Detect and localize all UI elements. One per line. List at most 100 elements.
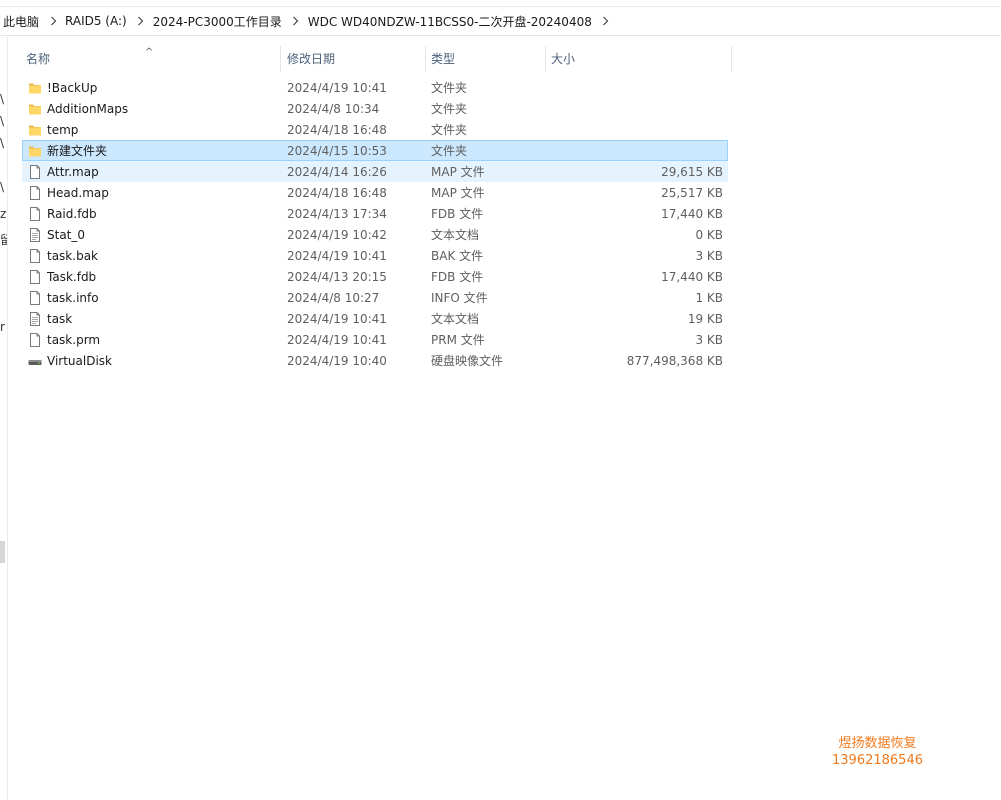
watermark-phone: 13962186546 xyxy=(832,753,923,768)
file-date: 2024/4/19 10:41 xyxy=(287,333,387,347)
nav-item-fragment[interactable]: \ xyxy=(0,114,4,128)
file-size: 29,615 KB xyxy=(661,165,723,179)
file-size: 0 KB xyxy=(695,228,723,242)
file-name[interactable]: task.prm xyxy=(47,330,100,351)
file-date: 2024/4/13 20:15 xyxy=(287,270,387,284)
navigation-pane[interactable]: \ \ \ \ zy 留 r xyxy=(0,37,8,800)
breadcrumb-item-this-pc[interactable]: 此电脑 xyxy=(0,13,45,30)
file-row[interactable]: Task.fdb 2024/4/13 20:15 FDB 文件 17,440 KB xyxy=(22,266,728,287)
file-type: PRM 文件 xyxy=(431,333,485,347)
file-type: MAP 文件 xyxy=(431,165,485,179)
file-row[interactable]: AdditionMaps 2024/4/8 10:34 文件夹 xyxy=(22,98,728,119)
file-size: 17,440 KB xyxy=(661,207,723,221)
file-name[interactable]: VirtualDisk xyxy=(47,351,112,372)
chevron-right-icon[interactable] xyxy=(133,16,149,26)
file-date: 2024/4/19 10:42 xyxy=(287,228,387,242)
file-icon xyxy=(28,186,42,200)
file-type: FDB 文件 xyxy=(431,270,484,284)
nav-scrollbar-thumb[interactable] xyxy=(0,541,5,563)
file-row[interactable]: task 2024/4/19 10:41 文本文档 19 KB xyxy=(22,308,728,329)
breadcrumb-item-work-dir[interactable]: 2024-PC3000工作目录 xyxy=(149,13,288,30)
column-divider[interactable] xyxy=(545,46,546,72)
file-row[interactable]: VirtualDisk 2024/4/19 10:40 硬盘映像文件 877,498,… xyxy=(22,350,728,371)
file-icon xyxy=(28,270,42,284)
file-type: MAP 文件 xyxy=(431,186,485,200)
file-row[interactable]: Raid.fdb 2024/4/13 17:34 FDB 文件 17,440 KB xyxy=(22,203,728,224)
folder-icon xyxy=(28,144,42,158)
file-date: 2024/4/19 10:40 xyxy=(287,354,387,368)
column-header-name-label: 名称 xyxy=(26,52,51,66)
file-icon xyxy=(28,249,42,263)
file-type: 文件夹 xyxy=(431,81,468,95)
file-date: 2024/4/14 16:26 xyxy=(287,165,387,179)
watermark-company: 煜扬数据恢复 xyxy=(838,736,917,751)
file-row[interactable]: task.prm 2024/4/19 10:41 PRM 文件 3 KB xyxy=(22,329,728,350)
text-file-icon xyxy=(28,228,42,242)
file-row[interactable]: Stat_0 2024/4/19 10:42 文本文档 0 KB xyxy=(22,224,728,245)
column-header-type[interactable]: 类型 xyxy=(427,46,546,72)
file-date: 2024/4/13 17:34 xyxy=(287,207,387,221)
folder-icon xyxy=(28,102,42,116)
file-name[interactable]: task.bak xyxy=(47,246,98,267)
file-name[interactable]: 新建文件夹 xyxy=(47,141,107,162)
file-date: 2024/4/8 10:27 xyxy=(287,291,380,305)
file-size: 1 KB xyxy=(695,291,723,305)
breadcrumb: 此电脑 RAID5 (A:) 2024-PC3000工作目录 WDC WD40N… xyxy=(0,7,614,35)
file-row[interactable]: task.info 2024/4/8 10:27 INFO 文件 1 KB xyxy=(22,287,728,308)
watermark: 煜扬数据恢复 13962186546 xyxy=(820,735,935,769)
nav-item-fragment[interactable]: \ xyxy=(0,92,4,106)
file-date: 2024/4/8 10:34 xyxy=(287,102,380,116)
column-header-size-label: 大小 xyxy=(551,52,576,66)
chevron-right-icon[interactable] xyxy=(45,16,61,26)
file-row[interactable]: !BackUp 2024/4/19 10:41 文件夹 xyxy=(22,77,728,98)
file-type: INFO 文件 xyxy=(431,291,488,305)
chevron-right-icon[interactable] xyxy=(288,16,304,26)
chevron-right-icon[interactable] xyxy=(598,16,614,26)
file-name[interactable]: Task.fdb xyxy=(47,267,96,288)
file-name[interactable]: temp xyxy=(47,120,78,141)
column-divider[interactable] xyxy=(280,46,281,72)
file-type: BAK 文件 xyxy=(431,249,484,263)
column-divider[interactable] xyxy=(425,46,426,72)
nav-item-fragment[interactable]: \ xyxy=(0,136,4,150)
file-name[interactable]: task xyxy=(47,309,72,330)
file-icon xyxy=(28,333,42,347)
file-row[interactable]: Attr.map 2024/4/14 16:26 MAP 文件 29,615 KB xyxy=(22,161,728,182)
address-bar[interactable]: 此电脑 RAID5 (A:) 2024-PC3000工作目录 WDC WD40N… xyxy=(0,6,1001,36)
file-list[interactable]: !BackUp 2024/4/19 10:41 文件夹 AdditionMaps 202… xyxy=(22,77,728,371)
folder-icon xyxy=(28,123,42,137)
file-row[interactable]: task.bak 2024/4/19 10:41 BAK 文件 3 KB xyxy=(22,245,728,266)
file-type: 文件夹 xyxy=(431,123,468,137)
column-header-name[interactable]: 名称 ^ xyxy=(22,46,281,72)
file-date: 2024/4/19 10:41 xyxy=(287,81,387,95)
breadcrumb-item-current[interactable]: WDC WD40NDZW-11BCSS0-二次开盘-20240408 xyxy=(304,13,598,30)
file-size: 3 KB xyxy=(695,333,723,347)
file-name[interactable]: task.info xyxy=(47,288,99,309)
file-row[interactable]: 新建文件夹 2024/4/15 10:53 文件夹 xyxy=(22,140,728,161)
nav-item-fragment[interactable]: r xyxy=(0,320,5,334)
file-name[interactable]: Attr.map xyxy=(47,162,99,183)
nav-item-fragment[interactable]: 留 xyxy=(0,231,7,248)
file-name[interactable]: !BackUp xyxy=(47,78,97,99)
folder-icon xyxy=(28,81,42,95)
column-divider[interactable] xyxy=(731,46,732,72)
file-date: 2024/4/18 16:48 xyxy=(287,186,387,200)
file-name[interactable]: Head.map xyxy=(47,183,109,204)
file-size: 17,440 KB xyxy=(661,270,723,284)
column-header-type-label: 类型 xyxy=(431,52,456,66)
file-row[interactable]: temp 2024/4/18 16:48 文件夹 xyxy=(22,119,728,140)
file-row[interactable]: Head.map 2024/4/18 16:48 MAP 文件 25,517 KB xyxy=(22,182,728,203)
file-size: 877,498,368 KB xyxy=(626,354,723,368)
text-file-icon xyxy=(28,312,42,326)
breadcrumb-item-drive[interactable]: RAID5 (A:) xyxy=(61,14,133,28)
column-header-size[interactable]: 大小 xyxy=(547,46,732,72)
column-header-date[interactable]: 修改日期 xyxy=(283,46,426,72)
file-icon xyxy=(28,291,42,305)
file-icon xyxy=(28,207,42,221)
file-name[interactable]: Stat_0 xyxy=(47,225,85,246)
nav-item-fragment[interactable]: \ xyxy=(0,180,4,194)
sort-ascending-icon: ^ xyxy=(145,47,154,58)
nav-item-fragment[interactable]: zy xyxy=(0,207,7,221)
file-name[interactable]: Raid.fdb xyxy=(47,204,97,225)
file-name[interactable]: AdditionMaps xyxy=(47,99,128,120)
